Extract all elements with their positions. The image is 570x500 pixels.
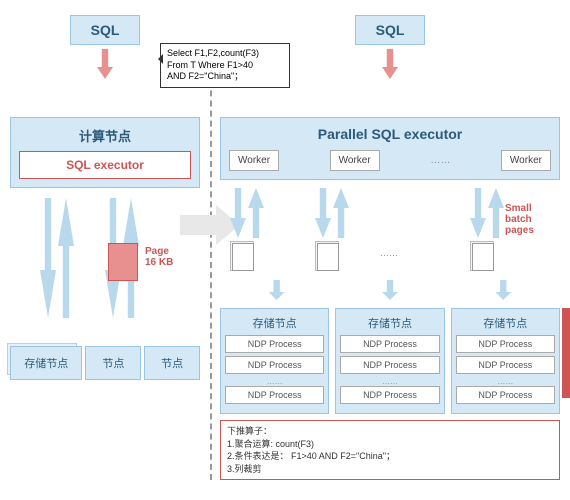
arrow-down-icon [230,188,246,238]
worker-box: Worker [501,150,551,171]
arrow-down-icon [97,49,113,79]
page-block [108,243,138,281]
storage-node: 节点 [144,346,200,380]
storage-node: 存储节点 [10,346,82,380]
arrow-down-icon [269,280,285,300]
arrow-up-icon [248,188,264,238]
red-connector-line [562,308,570,398]
small-batch-label: Smallbatchpages [505,203,534,236]
arrow-up-icon [333,188,349,238]
ndp-process: NDP Process [456,386,555,404]
arrow-up-icon [58,198,74,318]
sql-box-left: SQL [70,15,141,45]
ndp-process: NDP Process [225,335,324,353]
ellipsis: …… [430,155,450,166]
parallel-title: Parallel SQL executor [229,126,551,142]
arrow-down-icon [495,280,511,300]
storage-node-big: 存储节点 NDP Process NDP Process …… NDP Proc… [335,308,444,414]
ellipsis: …… [225,377,324,386]
ndp-process: NDP Process [340,335,439,353]
ndp-process: NDP Process [456,356,555,374]
ellipsis: …… [340,377,439,386]
ndp-process: NDP Process [225,386,324,404]
ndp-process: NDP Process [456,335,555,353]
worker-box: Worker [229,150,279,171]
storage-row-left: 存储节点 节点 节点 [10,346,200,380]
storage-node: 节点 [85,346,141,380]
storage-node-big: 存储节点 NDP Process NDP Process …… NDP Proc… [220,308,329,414]
storage-row-right: 存储节点 NDP Process NDP Process …… NDP Proc… [220,308,560,414]
ndp-process: NDP Process [225,356,324,374]
arrow-down-icon [382,280,398,300]
sql-executor-box: SQL executor [19,151,191,179]
arrow-down-icon [470,188,486,238]
small-page-stack [472,243,494,271]
ellipsis: …… [456,377,555,386]
page-size-label: Page16 KB [145,246,173,268]
parallel-executor-box: Parallel SQL executor Worker Worker …… W… [220,117,560,180]
sql-callout: Select F1,F2,count(F3) From T Where F1>4… [160,43,290,88]
worker-box: Worker [330,150,380,171]
compute-node-box: 计算节点 SQL executor [10,117,200,188]
ndp-process: NDP Process [340,386,439,404]
arrow-up-icon [488,188,504,238]
pushdown-operators-box: 下推算子： 1.聚合运算: count(F3) 2.条件表达是： F1>40 A… [220,420,560,480]
compute-title: 计算节点 [19,126,191,145]
small-page-stack [232,243,254,271]
sql-box-right: SQL [355,15,426,45]
ellipsis: …… [380,248,398,258]
ndp-process: NDP Process [340,356,439,374]
storage-node-big: 存储节点 NDP Process NDP Process …… NDP Proc… [451,308,560,414]
arrow-down-icon [315,188,331,238]
small-page-stack [317,243,339,271]
arrow-down-icon [40,198,56,318]
arrow-down-icon [382,49,398,79]
